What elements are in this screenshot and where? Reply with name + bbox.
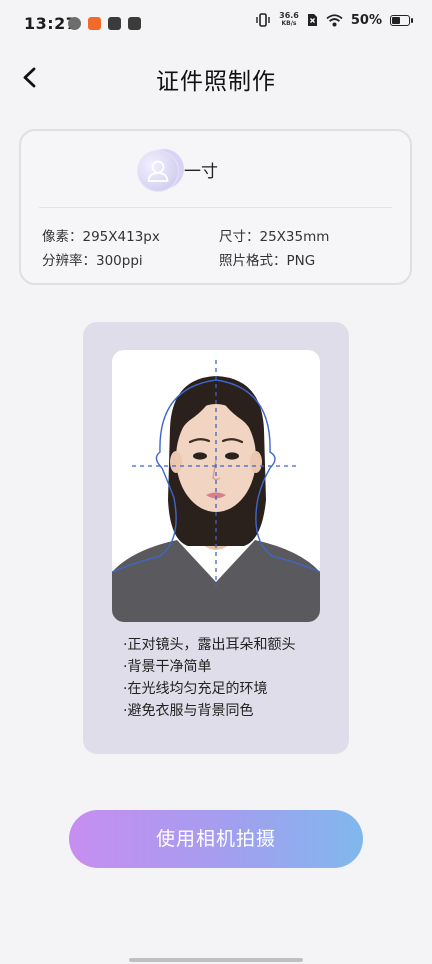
person-icon — [147, 160, 169, 182]
sample-portrait-illustration — [112, 360, 320, 622]
vibrate-icon — [256, 13, 270, 27]
sample-photo — [112, 350, 320, 622]
photo-tip: ·背景干净简单 — [123, 659, 212, 675]
avatar — [138, 151, 178, 191]
net-speed-unit: KB/s — [281, 20, 297, 27]
mail-notification-icon — [108, 17, 121, 30]
battery-icon — [390, 14, 413, 26]
nav-bar: 证件照制作 — [0, 52, 432, 102]
divider — [39, 207, 392, 208]
status-bar: 13:27 36.6 KB/s 50% — [0, 0, 432, 52]
net-speed: 36.6 KB/s — [279, 12, 299, 28]
spec-pixels: 像素：295X413px — [42, 229, 160, 245]
wifi-icon — [326, 13, 343, 26]
use-camera-button[interactable]: 使用相机拍摄 — [69, 810, 363, 868]
photo-tip: ·在光线均匀充足的环境 — [123, 681, 268, 697]
notification-icons — [68, 17, 141, 30]
no-sim-icon — [307, 14, 317, 26]
home-indicator[interactable] — [129, 958, 303, 962]
spec-resolution: 分辨率：300ppi — [42, 253, 143, 269]
page-title: 证件照制作 — [156, 69, 276, 95]
taobao-notification-icon — [88, 17, 101, 30]
battery-percent: 50% — [350, 12, 382, 28]
photo-tips-list: ·正对镜头，露出耳朵和额头 ·背景干净简单 ·在光线均匀充足的环境 ·避免衣服与… — [123, 634, 295, 722]
size-spec-card: 一寸 像素：295X413px 尺寸：25X35mm 分辨率：300ppi 照片… — [19, 129, 412, 285]
app-notification-icon — [68, 17, 81, 30]
photo-tip: ·正对镜头，露出耳朵和额头 — [123, 637, 296, 653]
net-speed-value: 36.6 — [279, 11, 299, 20]
photo-guide-card: ·正对镜头，露出耳朵和额头 ·背景干净简单 ·在光线均匀充足的环境 ·避免衣服与… — [83, 322, 349, 754]
photo-tip: ·避免衣服与背景同色 — [123, 703, 254, 719]
message-notification-icon — [128, 17, 141, 30]
spec-size: 尺寸：25X35mm — [219, 229, 330, 245]
size-name: 一寸 — [184, 162, 218, 182]
spec-format: 照片格式：PNG — [219, 253, 316, 269]
status-right: 36.6 KB/s 50% — [255, 12, 413, 28]
